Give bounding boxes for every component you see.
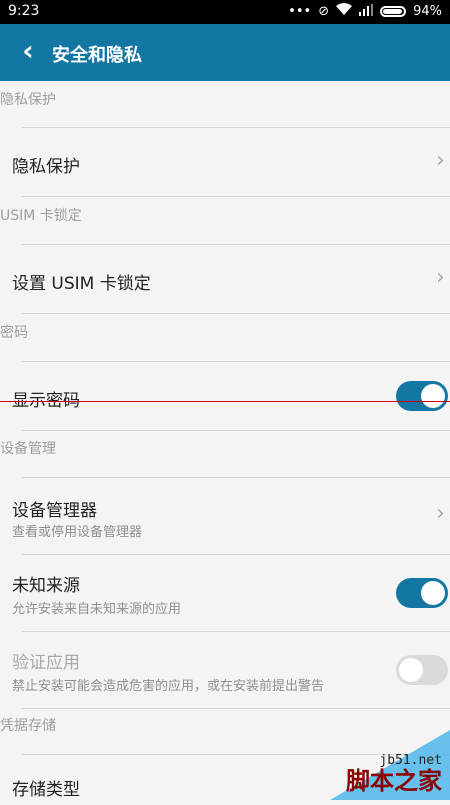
- toggle-knob: [399, 658, 423, 682]
- unknown-sources-toggle[interactable]: [396, 578, 448, 608]
- wifi-icon: [336, 3, 353, 20]
- divider: [22, 708, 450, 709]
- chevron-right-icon: ›: [436, 148, 445, 173]
- section-header-usim: USIM 卡锁定: [0, 208, 82, 224]
- device-admin-row[interactable]: 设备管理器 查看或停用设备管理器 ›: [0, 478, 450, 554]
- section-header-device-management: 设备管理: [0, 441, 56, 457]
- page-title: 安全和隐私: [52, 45, 142, 66]
- verify-apps-label: 验证应用: [12, 653, 80, 673]
- show-password-row[interactable]: 显示密码: [0, 362, 450, 430]
- divider: [22, 313, 450, 314]
- usim-lock-row[interactable]: 设置 USIM 卡锁定 ›: [0, 245, 450, 313]
- unknown-sources-sub: 允许安装来自未知来源的应用: [12, 602, 182, 617]
- chevron-right-icon: ›: [436, 501, 445, 526]
- back-arrow-icon[interactable]: ‹: [14, 37, 42, 66]
- battery-text: 94%: [413, 4, 442, 19]
- signal-icon: [359, 3, 374, 20]
- verify-apps-sub: 禁止安装可能会造成危害的应用，或在安装前提出警告: [12, 679, 325, 694]
- show-password-label: 显示密码: [12, 391, 80, 411]
- chevron-right-icon: ›: [436, 265, 445, 290]
- privacy-protection-row[interactable]: 隐私保护 ›: [0, 128, 450, 196]
- section-header-credentials: 凭据存储: [0, 718, 56, 734]
- app-bar: ‹ 安全和隐私: [0, 24, 450, 81]
- status-time: 9:23: [8, 3, 40, 19]
- status-icons: ••• ⊘ 94%: [288, 3, 442, 20]
- status-bar: 9:23 ••• ⊘ 94%: [0, 0, 450, 24]
- toggle-knob: [421, 581, 445, 605]
- unknown-sources-label: 未知来源: [12, 576, 80, 596]
- battery-icon: [380, 6, 407, 17]
- divider: [22, 196, 450, 197]
- show-password-toggle[interactable]: [396, 381, 448, 411]
- privacy-protection-label: 隐私保护: [12, 157, 80, 177]
- divider: [22, 430, 450, 431]
- verify-apps-row[interactable]: 验证应用 禁止安装可能会造成危害的应用，或在安装前提出警告: [0, 632, 450, 708]
- unknown-sources-row[interactable]: 未知来源 允许安装来自未知来源的应用: [0, 555, 450, 631]
- storage-type-label: 存储类型: [12, 780, 80, 800]
- verify-apps-toggle[interactable]: [396, 655, 448, 685]
- device-admin-label: 设备管理器: [12, 501, 97, 521]
- section-header-password: 密码: [0, 325, 28, 341]
- settings-list: 隐私保护 隐私保护 › USIM 卡锁定 设置 USIM 卡锁定 › 密码 显示…: [0, 81, 450, 800]
- section-header-privacy: 隐私保护: [0, 92, 56, 108]
- mute-icon: ⊘: [318, 4, 330, 19]
- more-icon: •••: [288, 4, 312, 19]
- red-guideline: [0, 401, 450, 402]
- device-admin-sub: 查看或停用设备管理器: [12, 525, 143, 540]
- usim-lock-label: 设置 USIM 卡锁定: [12, 274, 151, 294]
- watermark: jb51.net 脚本之家: [300, 725, 450, 800]
- watermark-brand: 脚本之家: [346, 767, 442, 795]
- toggle-knob: [421, 384, 445, 408]
